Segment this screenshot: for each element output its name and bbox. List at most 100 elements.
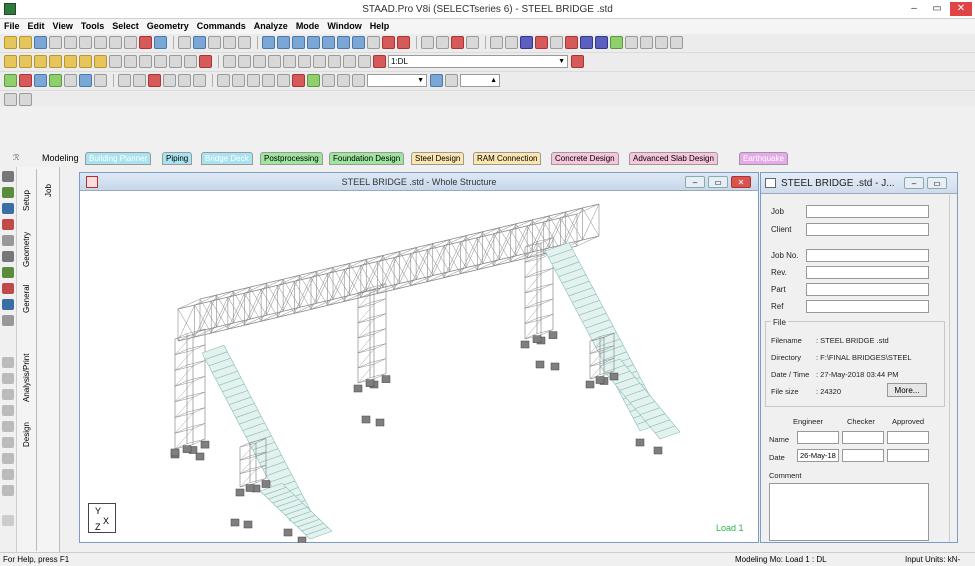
- legend-icon[interactable]: [445, 74, 458, 87]
- layout-icon[interactable]: [655, 36, 668, 49]
- i-beam-icon[interactable]: [580, 36, 593, 49]
- menu-view[interactable]: View: [49, 19, 77, 34]
- mode-tab-earthquake[interactable]: Earthquake: [739, 152, 788, 165]
- one-window-icon[interactable]: [19, 93, 32, 106]
- solids-cursor-icon[interactable]: [64, 55, 77, 68]
- page-tab-analysis-print[interactable]: Analysis/Print: [22, 354, 31, 402]
- orbit-icon[interactable]: [169, 55, 182, 68]
- close-button[interactable]: ✕: [950, 2, 972, 16]
- analyze-icon[interactable]: [139, 36, 152, 49]
- node-icon[interactable]: [262, 36, 275, 49]
- annotation-icon[interactable]: [466, 36, 479, 49]
- section-icon[interactable]: [535, 36, 548, 49]
- mode-tab-piping[interactable]: Piping: [162, 152, 193, 165]
- beam-icon[interactable]: [277, 36, 290, 49]
- job-field[interactable]: [806, 205, 929, 218]
- minimize-button[interactable]: –: [903, 2, 925, 16]
- select-tool-icon[interactable]: [2, 171, 14, 182]
- highlight-icon[interactable]: [373, 55, 386, 68]
- cursor-icon[interactable]: [4, 93, 17, 106]
- page-tab-job[interactable]: Job: [44, 184, 53, 197]
- export-icon[interactable]: [238, 36, 251, 49]
- column-icon[interactable]: [595, 36, 608, 49]
- display-properties-icon[interactable]: [193, 74, 206, 87]
- zoom-previous-icon[interactable]: [313, 55, 326, 68]
- geometry-cursor-icon[interactable]: [79, 55, 92, 68]
- display-loads-icon[interactable]: [178, 74, 191, 87]
- paste-icon[interactable]: [94, 36, 107, 49]
- checker-name-field[interactable]: [842, 431, 884, 444]
- circular-repeat-icon[interactable]: [352, 36, 365, 49]
- ref-field[interactable]: [806, 300, 929, 313]
- structure-viewport[interactable]: STEEL BRIDGE .std - Whole Structure – ▭ …: [79, 172, 759, 543]
- move-tool-icon[interactable]: [2, 283, 14, 294]
- engineer-name-field[interactable]: [797, 431, 839, 444]
- job-panel-scrollbar[interactable]: [949, 195, 957, 542]
- pan-icon[interactable]: [139, 55, 152, 68]
- client-field[interactable]: [806, 223, 929, 236]
- zoom-all-icon[interactable]: [328, 55, 341, 68]
- grid-tool-icon[interactable]: [2, 267, 14, 278]
- menu-select[interactable]: Select: [108, 19, 143, 34]
- zoom-in-icon[interactable]: [238, 55, 251, 68]
- load-case-select[interactable]: 1:DL ▼: [388, 55, 568, 68]
- mode-tab-concrete-design[interactable]: Concrete Design: [551, 152, 619, 165]
- menu-mode[interactable]: Mode: [292, 19, 324, 34]
- comment-field[interactable]: [769, 483, 929, 541]
- results-select[interactable]: ▼: [367, 74, 427, 87]
- display-beams-icon[interactable]: [133, 74, 146, 87]
- support-tool-icon[interactable]: [2, 421, 14, 432]
- mirror-tool-icon[interactable]: [2, 315, 14, 326]
- 3d-view-icon[interactable]: [64, 74, 77, 87]
- side-view-icon[interactable]: [34, 74, 47, 87]
- part-field[interactable]: [806, 283, 929, 296]
- menu-edit[interactable]: Edit: [24, 19, 49, 34]
- report-icon[interactable]: [193, 36, 206, 49]
- ruler-icon[interactable]: [382, 36, 395, 49]
- viewport-restore-button[interactable]: ▭: [708, 176, 728, 188]
- deflection-icon[interactable]: [217, 74, 230, 87]
- dolly-icon[interactable]: [184, 55, 197, 68]
- pointer-icon[interactable]: [199, 55, 212, 68]
- analysis-tool-icon[interactable]: [2, 469, 14, 480]
- mode-shape-icon[interactable]: [322, 74, 335, 87]
- cut-icon[interactable]: [64, 36, 77, 49]
- results-icon[interactable]: [352, 74, 365, 87]
- menu-analyze[interactable]: Analyze: [250, 19, 292, 34]
- animation-icon[interactable]: [337, 74, 350, 87]
- snap-grid-icon[interactable]: [322, 36, 335, 49]
- merge-tool-icon[interactable]: [2, 373, 14, 384]
- viewport-minimize-button[interactable]: –: [685, 176, 705, 188]
- beam-tool-icon[interactable]: [2, 203, 14, 214]
- stress-icon[interactable]: [292, 74, 305, 87]
- display-icon[interactable]: [451, 36, 464, 49]
- beams-cursor-icon[interactable]: [19, 55, 32, 68]
- surfaces-cursor-icon[interactable]: [49, 55, 62, 68]
- snap-tool-icon[interactable]: [2, 251, 14, 262]
- scale-icon[interactable]: [430, 74, 443, 87]
- mode-tab-bridge-deck[interactable]: Bridge Deck: [201, 152, 253, 165]
- page-tab-general[interactable]: General: [22, 285, 31, 313]
- spin-icon[interactable]: [154, 55, 167, 68]
- query-icon[interactable]: [367, 36, 380, 49]
- job-no-field[interactable]: [806, 249, 929, 262]
- rotate-icon[interactable]: [124, 55, 137, 68]
- menu-help[interactable]: Help: [366, 19, 394, 34]
- pan-view-icon[interactable]: [343, 55, 356, 68]
- node-tool-icon[interactable]: [2, 187, 14, 198]
- design-tool-icon[interactable]: [2, 485, 14, 496]
- display-nodes-icon[interactable]: [118, 74, 131, 87]
- page-tab-geometry[interactable]: Geometry: [22, 232, 31, 267]
- magnify-icon[interactable]: [358, 55, 371, 68]
- arc-icon[interactable]: [490, 36, 503, 49]
- job-panel-restore-button[interactable]: ▭: [927, 177, 947, 189]
- save-icon[interactable]: [34, 36, 47, 49]
- menu-geometry[interactable]: Geometry: [143, 19, 193, 34]
- plate-tool-icon[interactable]: [2, 219, 14, 230]
- engineer-date-field[interactable]: 26-May-18: [797, 449, 839, 462]
- mode-tab-building-planner[interactable]: Building Planner: [85, 152, 152, 165]
- display-plates-icon[interactable]: [148, 74, 161, 87]
- flag-icon[interactable]: [565, 36, 578, 49]
- page-tab-design[interactable]: Design: [22, 422, 31, 447]
- snapshot-icon[interactable]: [223, 36, 236, 49]
